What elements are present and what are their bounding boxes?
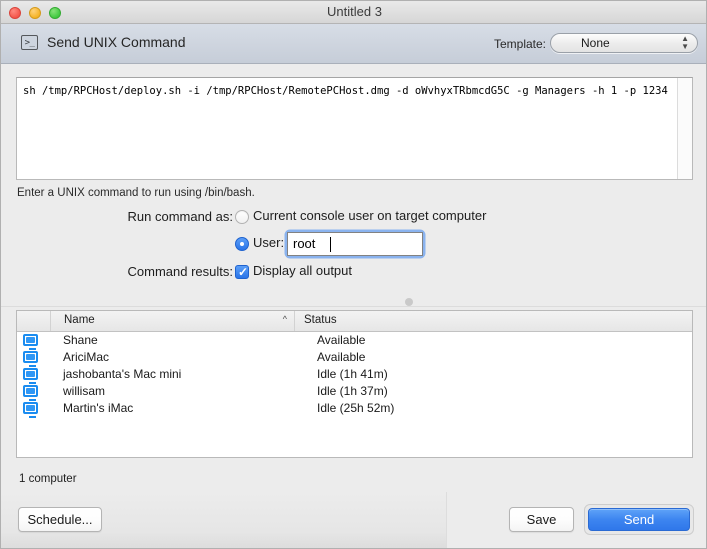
table-row[interactable]: Martin's iMac Idle (25h 52m) bbox=[17, 400, 692, 417]
table-row[interactable]: AriciMac Available bbox=[17, 349, 692, 366]
schedule-button[interactable]: Schedule... bbox=[18, 507, 102, 532]
column-header-status[interactable]: Status bbox=[295, 311, 692, 331]
command-scrollbar[interactable] bbox=[677, 78, 692, 179]
template-label: Template: bbox=[494, 37, 546, 51]
column-header-name-label: Name bbox=[64, 314, 95, 326]
user-field-focus-ring: root bbox=[287, 232, 423, 256]
chevron-updown-icon: ▲▼ bbox=[681, 35, 689, 51]
page-title: Send UNIX Command bbox=[47, 34, 186, 50]
send-button-focus-ring: Send bbox=[584, 504, 694, 535]
send-unix-command-window: Untitled 3 >_ Send UNIX Command Template… bbox=[0, 0, 707, 549]
cell-status: Idle (1h 41m) bbox=[317, 367, 388, 381]
computer-display-icon bbox=[23, 351, 38, 363]
cell-name: Shane bbox=[63, 333, 98, 347]
cell-name: willisam bbox=[63, 384, 105, 398]
checkmark-icon: ✓ bbox=[238, 264, 248, 280]
save-button[interactable]: Save bbox=[509, 507, 574, 532]
cell-status: Idle (1h 37m) bbox=[317, 384, 388, 398]
send-button[interactable]: Send bbox=[588, 508, 690, 531]
user-input[interactable]: root bbox=[287, 232, 423, 256]
computer-display-icon bbox=[23, 385, 38, 397]
split-divider bbox=[1, 306, 707, 307]
command-hint: Enter a UNIX command to run using /bin/b… bbox=[17, 187, 255, 199]
computer-display-icon bbox=[23, 334, 38, 346]
checkbox-display-all-output-label: Display all output bbox=[253, 263, 352, 278]
cell-status: Available bbox=[317, 333, 365, 347]
radio-current-console-user-label: Current console user on target computer bbox=[253, 208, 486, 223]
column-header-name[interactable]: Name ^ bbox=[50, 311, 295, 331]
window-title: Untitled 3 bbox=[1, 4, 707, 19]
table-row[interactable]: willisam Idle (1h 37m) bbox=[17, 383, 692, 400]
computer-list: Name ^ Status Shane Available AriciMac A… bbox=[16, 310, 693, 458]
computer-list-rows: Shane Available AriciMac Available jasho… bbox=[17, 332, 692, 417]
window-titlebar: Untitled 3 bbox=[1, 1, 707, 24]
terminal-icon: >_ bbox=[21, 35, 38, 50]
checkbox-display-all-output[interactable]: ✓ bbox=[235, 265, 249, 279]
cell-status: Available bbox=[317, 350, 365, 364]
computer-display-icon bbox=[23, 402, 38, 414]
radio-specific-user[interactable] bbox=[235, 237, 249, 251]
resize-handle[interactable] bbox=[405, 298, 413, 306]
computer-display-icon bbox=[23, 368, 38, 380]
run-as-label: Run command as: bbox=[61, 209, 233, 224]
command-text: sh /tmp/RPCHost/deploy.sh -i /tmp/RPCHos… bbox=[23, 84, 670, 98]
table-row[interactable]: jashobanta's Mac mini Idle (1h 41m) bbox=[17, 366, 692, 383]
cell-name: AriciMac bbox=[63, 350, 109, 364]
radio-specific-user-label: User: bbox=[253, 235, 284, 250]
template-dropdown[interactable]: None ▲▼ bbox=[550, 33, 698, 53]
column-header-status-label: Status bbox=[304, 314, 337, 326]
computer-list-header: Name ^ Status bbox=[17, 311, 692, 332]
command-results-label: Command results: bbox=[61, 264, 233, 279]
computer-count-label: 1 computer bbox=[19, 473, 77, 485]
cell-name: Martin's iMac bbox=[63, 401, 133, 415]
table-row[interactable]: Shane Available bbox=[17, 332, 692, 349]
cell-status: Idle (25h 52m) bbox=[317, 401, 394, 415]
user-input-value: root bbox=[293, 236, 315, 251]
template-selected-value: None bbox=[581, 36, 610, 50]
sort-ascending-icon: ^ bbox=[283, 314, 287, 324]
radio-current-console-user[interactable] bbox=[235, 210, 249, 224]
cell-name: jashobanta's Mac mini bbox=[63, 367, 181, 381]
text-caret bbox=[330, 237, 331, 252]
command-textarea[interactable]: sh /tmp/RPCHost/deploy.sh -i /tmp/RPCHos… bbox=[16, 77, 693, 180]
